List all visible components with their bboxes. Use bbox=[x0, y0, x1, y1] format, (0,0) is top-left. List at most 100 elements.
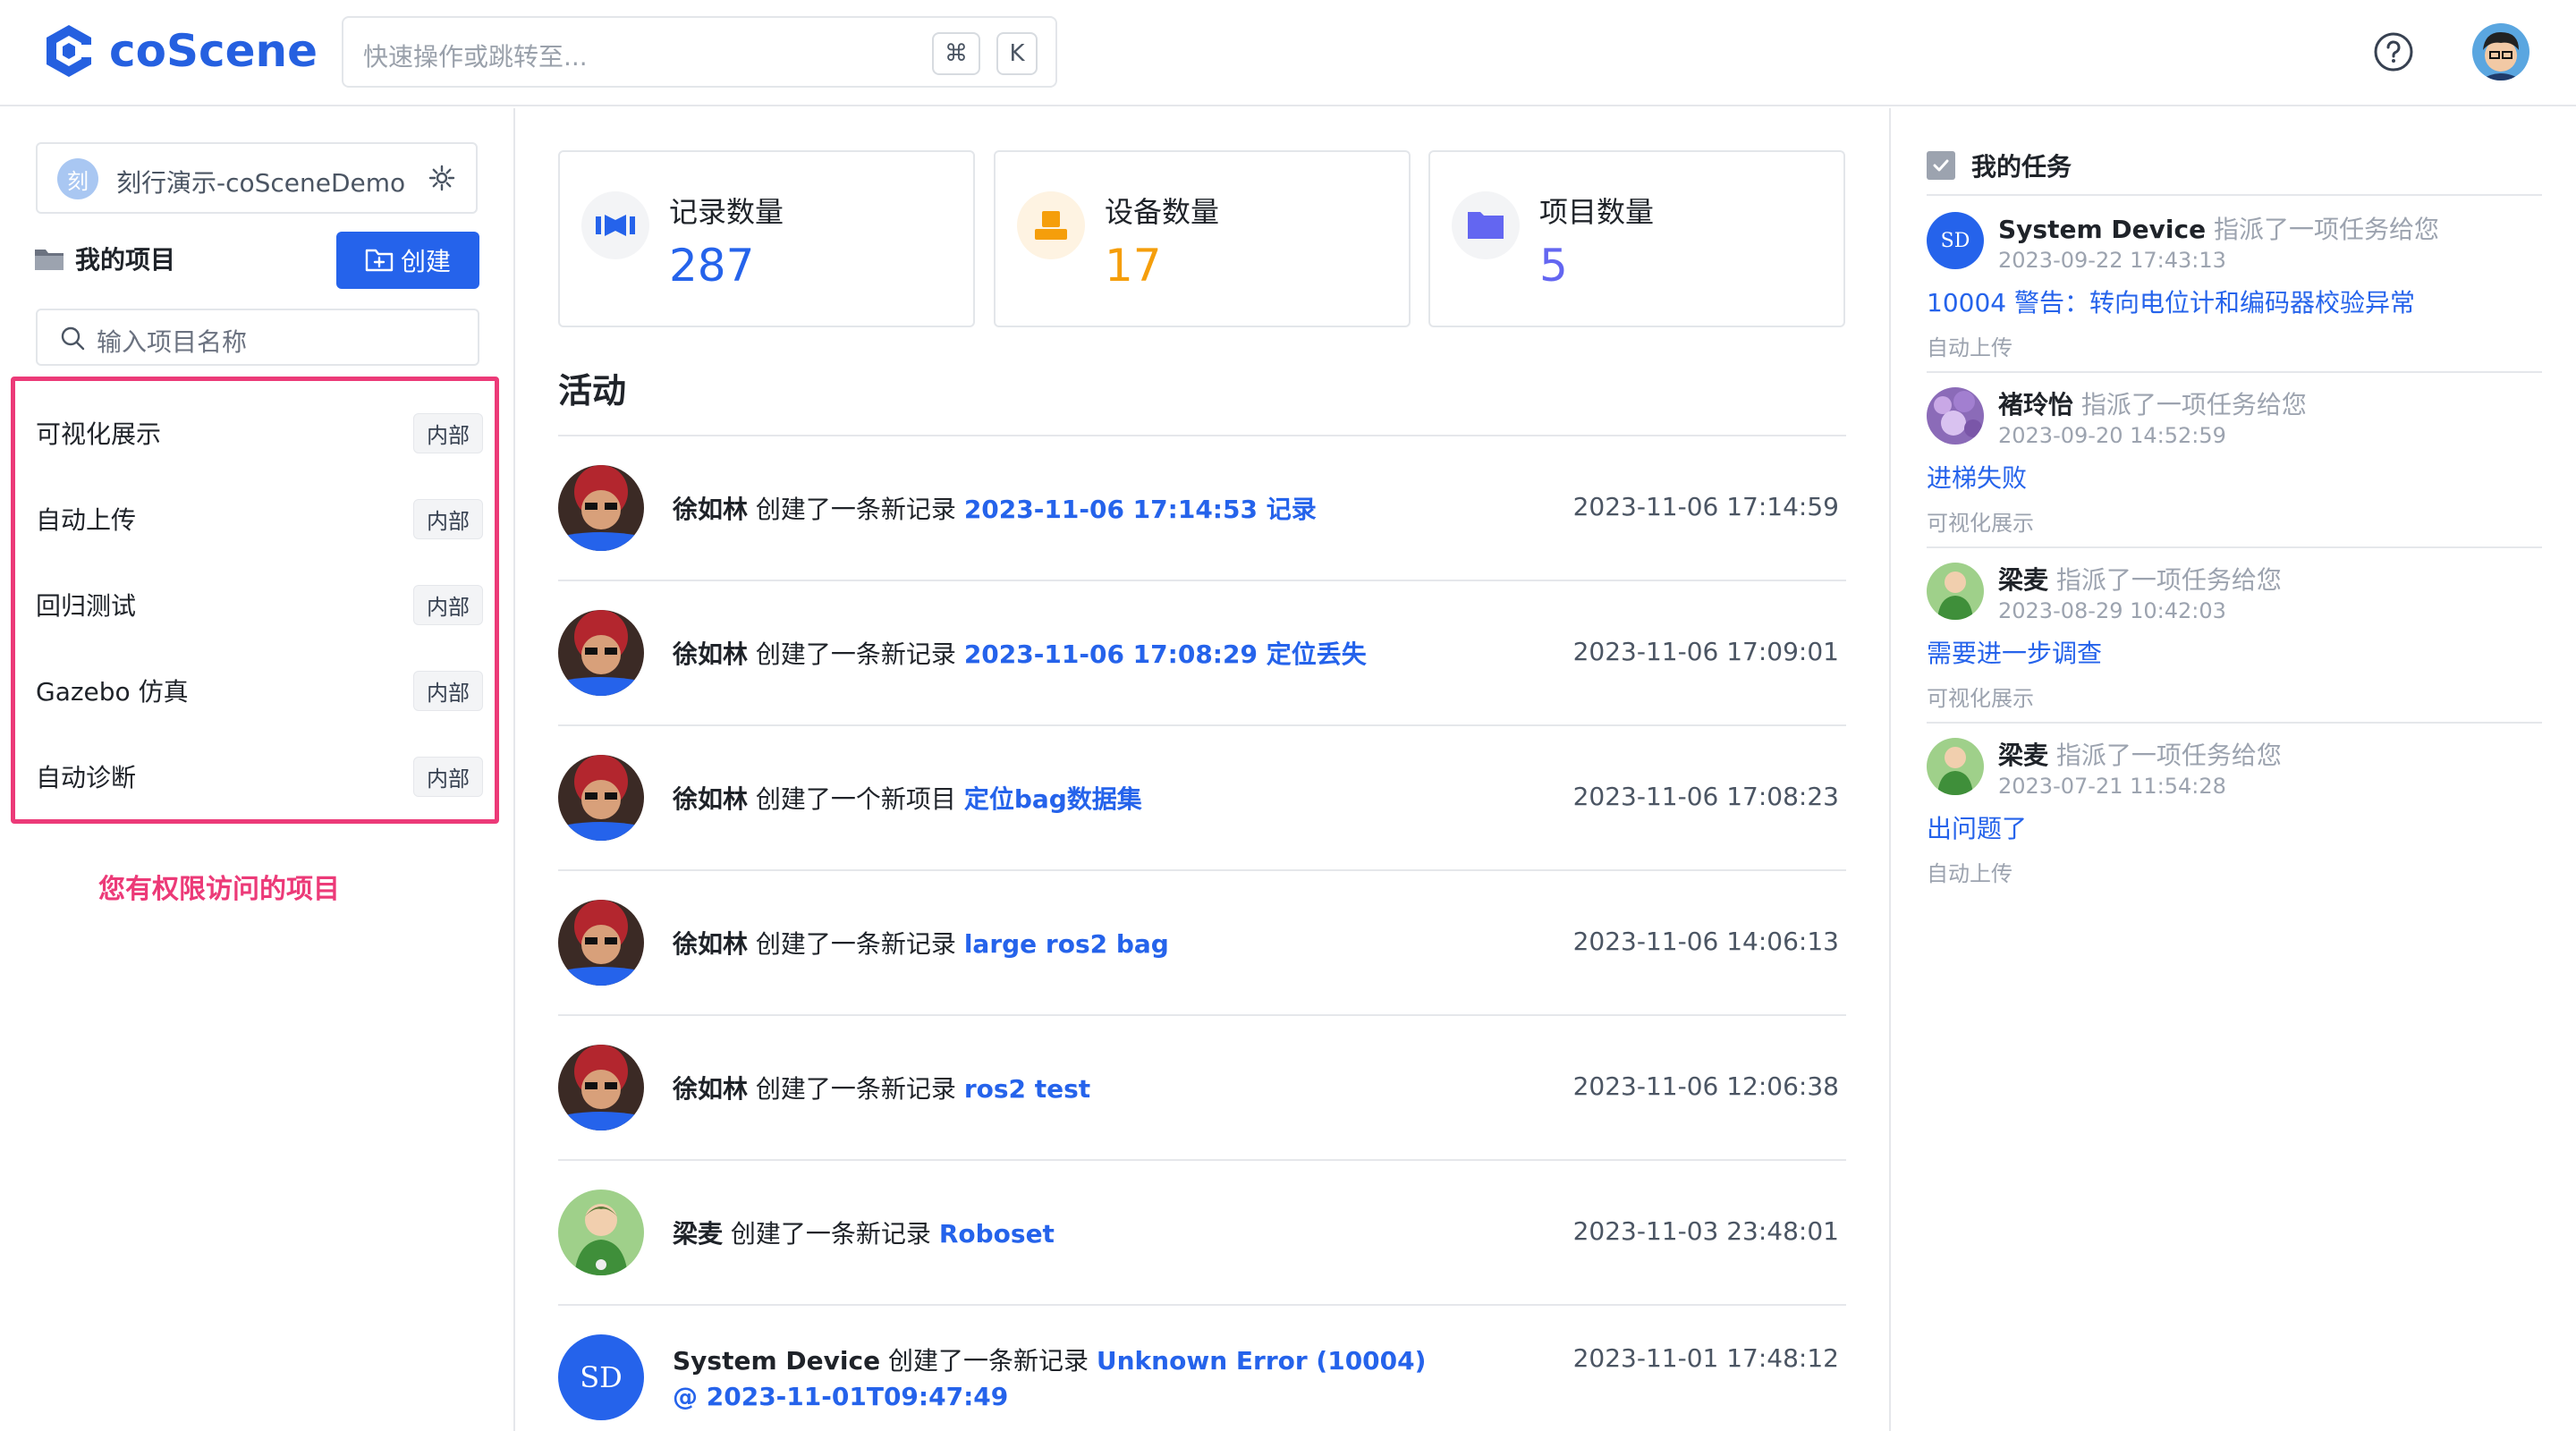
project-search-input[interactable]: 输入项目名称 bbox=[36, 309, 479, 366]
project-item[interactable]: 自动上传 内部 bbox=[36, 476, 483, 562]
logo[interactable]: coScene bbox=[39, 21, 318, 80]
folder-icon bbox=[35, 250, 64, 270]
task-item[interactable]: SD System Device 指派了一项任务给您 2023-09-22 17… bbox=[1927, 198, 2542, 373]
task-action: 指派了一项任务给您 bbox=[2073, 390, 2307, 419]
stat-value: 5 bbox=[1539, 240, 1568, 292]
activity-item: SD System Device 创建了一条新记录 Unknown Error … bbox=[558, 1306, 1846, 1431]
project-item[interactable]: Gazebo 仿真 内部 bbox=[36, 648, 483, 733]
activity-user[interactable]: System Device bbox=[673, 1346, 880, 1376]
task-header: 褚玲怡 指派了一项任务给您 bbox=[1998, 385, 2307, 421]
task-item[interactable]: 褚玲怡 指派了一项任务给您 2023-09-20 14:52:59 进梯失败 可… bbox=[1927, 373, 2542, 548]
project-name: 自动诊断 bbox=[36, 763, 137, 792]
avatar[interactable]: SD bbox=[558, 1334, 644, 1420]
logo-text: coScene bbox=[109, 25, 318, 77]
activity-user[interactable]: 徐如林 bbox=[673, 495, 748, 524]
avatar bbox=[1927, 563, 1984, 620]
avatar bbox=[1927, 738, 1984, 795]
create-button-label: 创建 bbox=[400, 247, 451, 276]
left-sidebar: 刻 刻行演示-coSceneDemo 我的项目 创建 输入项目名称 可视化展示 … bbox=[0, 108, 515, 1431]
gear-icon[interactable] bbox=[428, 164, 456, 192]
activity-time: 2023-11-06 17:08:23 bbox=[1572, 782, 1839, 811]
task-item[interactable]: 梁麦 指派了一项任务给您 2023-08-29 10:42:03 需要进一步调查… bbox=[1927, 548, 2542, 724]
tasks-panel: 我的任务 SD System Device 指派了一项任务给您 2023-09-… bbox=[1889, 108, 2576, 1431]
stat-label: 记录数量 bbox=[669, 195, 784, 229]
records-count-card[interactable]: 记录数量 287 bbox=[558, 150, 975, 327]
task-time: 2023-09-20 14:52:59 bbox=[1998, 423, 2226, 448]
avatar[interactable] bbox=[558, 465, 644, 551]
project-folder-icon-wrap bbox=[1452, 191, 1520, 259]
avatar[interactable] bbox=[558, 1190, 644, 1275]
activity-user[interactable]: 梁麦 bbox=[673, 1219, 723, 1249]
activity-item: 徐如林 创建了一条新记录 large ros2 bag 2023-11-06 1… bbox=[558, 871, 1846, 1016]
checkbox-icon bbox=[1927, 151, 1955, 180]
activity-user[interactable]: 徐如林 bbox=[673, 1074, 748, 1104]
task-item[interactable]: 梁麦 指派了一项任务给您 2023-07-21 11:54:28 出问题了 自动… bbox=[1927, 724, 2542, 899]
activity-link[interactable]: ros2 test bbox=[964, 1074, 1090, 1104]
project-visibility-tag: 内部 bbox=[413, 584, 483, 625]
activity-action: 创建了一条新记录 bbox=[723, 1219, 939, 1249]
activity-time: 2023-11-01 17:48:12 bbox=[1572, 1343, 1839, 1373]
user-avatar[interactable] bbox=[2472, 23, 2529, 80]
task-project: 自动上传 bbox=[1927, 335, 2012, 360]
project-item[interactable]: 回归测试 内部 bbox=[36, 562, 483, 648]
avatar[interactable] bbox=[558, 755, 644, 841]
records-icon bbox=[596, 215, 635, 236]
activity-item: 徐如林 创建了一个新项目 定位bag数据集 2023-11-06 17:08:2… bbox=[558, 726, 1846, 871]
add-folder-icon bbox=[365, 249, 394, 272]
global-search-input[interactable]: 快速操作或跳转至... ⌘ K bbox=[342, 16, 1057, 88]
create-project-button[interactable]: 创建 bbox=[336, 232, 479, 289]
avatar[interactable] bbox=[558, 900, 644, 986]
activity-text: 徐如林 创建了一条新记录 ros2 test bbox=[673, 1071, 1478, 1107]
activity-time: 2023-11-06 14:06:13 bbox=[1572, 927, 1839, 956]
devices-count-card[interactable]: 设备数量 17 bbox=[994, 150, 1411, 327]
task-title-link[interactable]: 出问题了 bbox=[1927, 809, 2027, 845]
project-folder-icon bbox=[1468, 212, 1504, 239]
task-header: System Device 指派了一项任务给您 bbox=[1998, 210, 2439, 246]
project-visibility-tag: 内部 bbox=[413, 498, 483, 539]
avatar[interactable] bbox=[558, 1045, 644, 1130]
shortcut-cmd-key: ⌘ bbox=[932, 32, 980, 75]
tasks-title: 我的任务 bbox=[1971, 152, 2072, 182]
activity-link[interactable]: 定位bag数据集 bbox=[964, 784, 1142, 814]
task-header: 梁麦 指派了一项任务给您 bbox=[1998, 561, 2282, 597]
search-icon bbox=[61, 326, 85, 351]
project-visibility-tag: 内部 bbox=[413, 412, 483, 453]
task-header: 梁麦 指派了一项任务给您 bbox=[1998, 736, 2282, 772]
projects-count-card[interactable]: 项目数量 5 bbox=[1428, 150, 1845, 327]
avatar[interactable] bbox=[558, 610, 644, 696]
activity-user[interactable]: 徐如林 bbox=[673, 784, 748, 814]
task-action: 指派了一项任务给您 bbox=[2048, 565, 2282, 595]
activity-text: 徐如林 创建了一条新记录 2023-11-06 17:14:53 记录 bbox=[673, 492, 1478, 528]
my-projects-heading: 我的项目 bbox=[34, 241, 175, 276]
task-time: 2023-09-22 17:43:13 bbox=[1998, 248, 2226, 273]
task-title-link[interactable]: 进梯失败 bbox=[1927, 459, 2027, 495]
activity-action: 创建了一条新记录 bbox=[748, 639, 964, 669]
organization-selector[interactable]: 刻 刻行演示-coSceneDemo bbox=[36, 142, 478, 214]
activity-text: 梁麦 创建了一条新记录 Roboset bbox=[673, 1216, 1478, 1252]
task-title-link[interactable]: 10004 警告：转向电位计和编码器校验异常 bbox=[1927, 284, 2415, 319]
help-icon[interactable] bbox=[2372, 30, 2415, 73]
project-item[interactable]: 自动诊断 内部 bbox=[36, 733, 483, 819]
activity-user[interactable]: 徐如林 bbox=[673, 929, 748, 959]
activity-title: 活动 bbox=[558, 371, 627, 411]
stat-value: 17 bbox=[1105, 240, 1162, 292]
activity-link[interactable]: Roboset bbox=[939, 1219, 1055, 1249]
avatar-image bbox=[558, 1045, 644, 1130]
project-visibility-tag: 内部 bbox=[413, 756, 483, 797]
activity-time: 2023-11-06 17:09:01 bbox=[1572, 637, 1839, 666]
stat-label: 项目数量 bbox=[1539, 195, 1655, 229]
task-user: 梁麦 bbox=[1998, 741, 2049, 770]
avatar-initials: SD bbox=[1940, 229, 1970, 252]
device-icon bbox=[1035, 211, 1067, 240]
activity-text: 徐如林 创建了一个新项目 定位bag数据集 bbox=[673, 782, 1478, 817]
activity-link[interactable]: 2023-11-06 17:08:29 定位丢失 bbox=[964, 639, 1367, 669]
activity-link[interactable]: large ros2 bag bbox=[964, 929, 1169, 959]
project-item[interactable]: 可视化展示 内部 bbox=[36, 390, 483, 476]
tasks-heading: 我的任务 bbox=[1927, 148, 2072, 183]
activity-user[interactable]: 徐如林 bbox=[673, 639, 748, 669]
task-title-link[interactable]: 需要进一步调查 bbox=[1927, 634, 2102, 670]
task-time: 2023-07-21 11:54:28 bbox=[1998, 774, 2226, 799]
project-name: 回归测试 bbox=[36, 591, 137, 621]
activity-text: 徐如林 创建了一条新记录 large ros2 bag bbox=[673, 927, 1478, 962]
activity-link[interactable]: 2023-11-06 17:14:53 记录 bbox=[964, 495, 1317, 524]
